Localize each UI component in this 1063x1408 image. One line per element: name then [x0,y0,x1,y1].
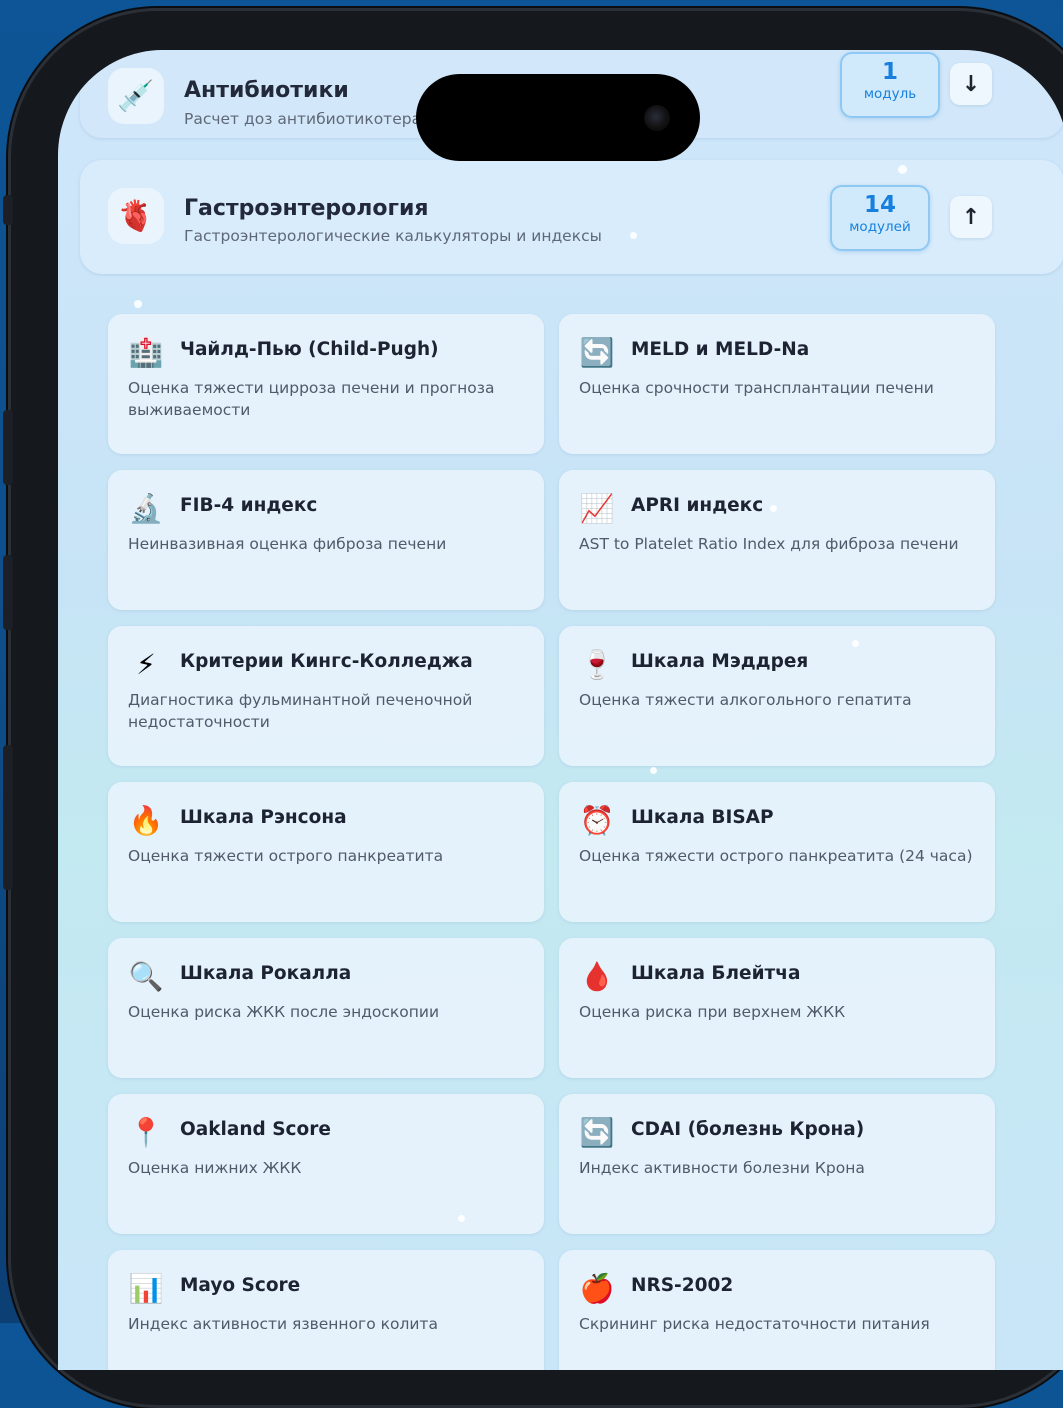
sparkle-decoration [630,232,637,239]
module-title: Шкала BISAP [631,807,774,828]
category-title: Антибиотики [184,78,349,103]
module-card[interactable]: 📍 Oakland Score Оценка нижних ЖКК [108,1094,544,1234]
volume-up-button [3,410,13,485]
category-title: Гастроэнтерология [184,196,429,221]
hospital-icon: 🏥 [128,335,164,369]
module-card[interactable]: 🍷 Шкала Мэддрея Оценка тяжести алкогольног… [559,626,995,766]
sparkle-decoration [898,165,907,174]
module-card[interactable]: 🔥 Шкала Рэнсона Оценка тяжести острого пан… [108,782,544,922]
side-strip [3,745,13,890]
module-card[interactable]: 🩸 Шкала Блейтча Оценка риска при верхнем Ж… [559,938,995,1078]
module-description: AST to Platelet Ratio Index для фиброза … [579,535,959,553]
module-title: Шкала Рокалла [180,963,352,984]
module-description: Оценка тяжести острого панкреатита [128,847,444,865]
module-description: Неинвазивная оценка фиброза печени [128,535,447,553]
chart-increasing-icon: 📈 [579,491,615,525]
module-card[interactable]: 🔄 CDAI (болезнь Крона) Индекс активности б… [559,1094,995,1234]
dynamic-island [416,74,700,161]
module-description: Оценка тяжести острого панкреатита (24 ч… [579,847,973,865]
module-card[interactable]: 🍎 NRS-2002 Скрининг риска недостаточности … [559,1250,995,1370]
microscope-icon: 🔬 [128,491,164,525]
module-card[interactable]: ⚡ Критерии Кингс-Колледжа Диагностика фуль… [108,626,544,766]
category-gastroenterology[interactable]: 🫀 Гастроэнтерология Гастроэнтерологическ… [80,160,1063,274]
module-card[interactable]: 🏥 Чайлд-Пью (Child-Pugh) Оценка тяжести ци… [108,314,544,454]
sparkle-decoration [770,505,777,512]
app-screen: 💉 Антибиотики Расчет доз антибиотикотера… [58,50,1063,1370]
module-description: Скрининг риска недостаточности питания [579,1315,930,1333]
module-title: Oakland Score [180,1119,331,1140]
module-description: Оценка тяжести цирроза печени и прогноза… [128,379,495,419]
bar-chart-icon: 📊 [128,1271,164,1305]
module-title: MELD и MELD-Na [631,339,810,360]
module-title: Mayo Score [180,1275,301,1296]
module-title: Чайлд-Пью (Child-Pugh) [180,339,439,360]
module-description: Индекс активности язвенного колита [128,1315,438,1333]
alarm-clock-icon: ⏰ [579,803,615,837]
expand-arrow-icon[interactable]: ↓ [950,63,992,105]
refresh-icon: 🔄 [579,335,615,369]
magnifier-icon: 🔍 [128,959,164,993]
category-subtitle: Гастроэнтерологические калькуляторы и ин… [184,227,602,245]
wine-glass-icon: 🍷 [579,647,615,681]
sparkle-decoration [852,640,859,647]
lightning-icon: ⚡ [136,647,156,681]
sparkle-decoration [458,1215,465,1222]
module-card[interactable]: 🔍 Шкала Рокалла Оценка риска ЖКК после энд… [108,938,544,1078]
action-button [3,195,13,225]
module-description: Оценка нижних ЖКК [128,1159,302,1177]
module-title: FIB-4 индекс [180,495,318,516]
module-count-badge: 1 модуль [840,52,940,118]
volume-down-button [3,555,13,630]
pin-icon: 📍 [128,1115,164,1149]
module-description: Оценка риска при верхнем ЖКК [579,1003,846,1021]
module-count-label: модулей [849,219,911,235]
module-card[interactable]: 📈 APRI индекс AST to Platelet Ratio Index … [559,470,995,610]
module-count: 1 [881,59,898,85]
sparkle-decoration [134,300,142,308]
module-title: CDAI (болезнь Крона) [631,1119,865,1140]
heart-icon: 🫀 [108,188,164,244]
module-card[interactable]: ⏰ Шкала BISAP Оценка тяжести острого панкр… [559,782,995,922]
module-description: Оценка тяжести алкогольного гепатита [579,691,912,709]
module-count: 14 [863,192,896,218]
module-description: Оценка риска ЖКК после эндоскопии [128,1003,440,1021]
module-title: Шкала Блейтча [631,963,801,984]
module-description: Диагностика фульминантной печеночной нед… [128,691,473,731]
module-card[interactable]: 🔄 MELD и MELD-Na Оценка срочности транспла… [559,314,995,454]
module-title: Шкала Мэддрея [631,651,809,672]
syringe-icon: 💉 [108,68,164,124]
module-description: Оценка срочности трансплантации печени [579,379,934,397]
blood-drop-icon: 🩸 [579,959,615,993]
module-title: NRS-2002 [631,1275,734,1296]
module-card[interactable]: 🔬 FIB-4 индекс Неинвазивная оценка фиброза… [108,470,544,610]
module-card[interactable]: 📊 Mayo Score Индекс активности язвенного к… [108,1250,544,1370]
collapse-arrow-icon[interactable]: ↑ [950,196,992,238]
module-description: Индекс активности болезни Крона [579,1159,865,1177]
camera-icon [644,105,670,131]
module-count-label: модуль [863,86,917,102]
module-title: APRI индекс [631,495,764,516]
sparkle-decoration [650,767,657,774]
module-count-badge: 14 модулей [830,185,930,251]
fire-icon: 🔥 [128,803,164,837]
apple-icon: 🍎 [579,1271,615,1305]
category-subtitle: Расчет доз антибиотикотера [184,110,422,128]
module-title: Шкала Рэнсона [180,807,347,828]
module-title: Критерии Кингс-Колледжа [180,651,473,672]
refresh-icon: 🔄 [579,1115,615,1149]
